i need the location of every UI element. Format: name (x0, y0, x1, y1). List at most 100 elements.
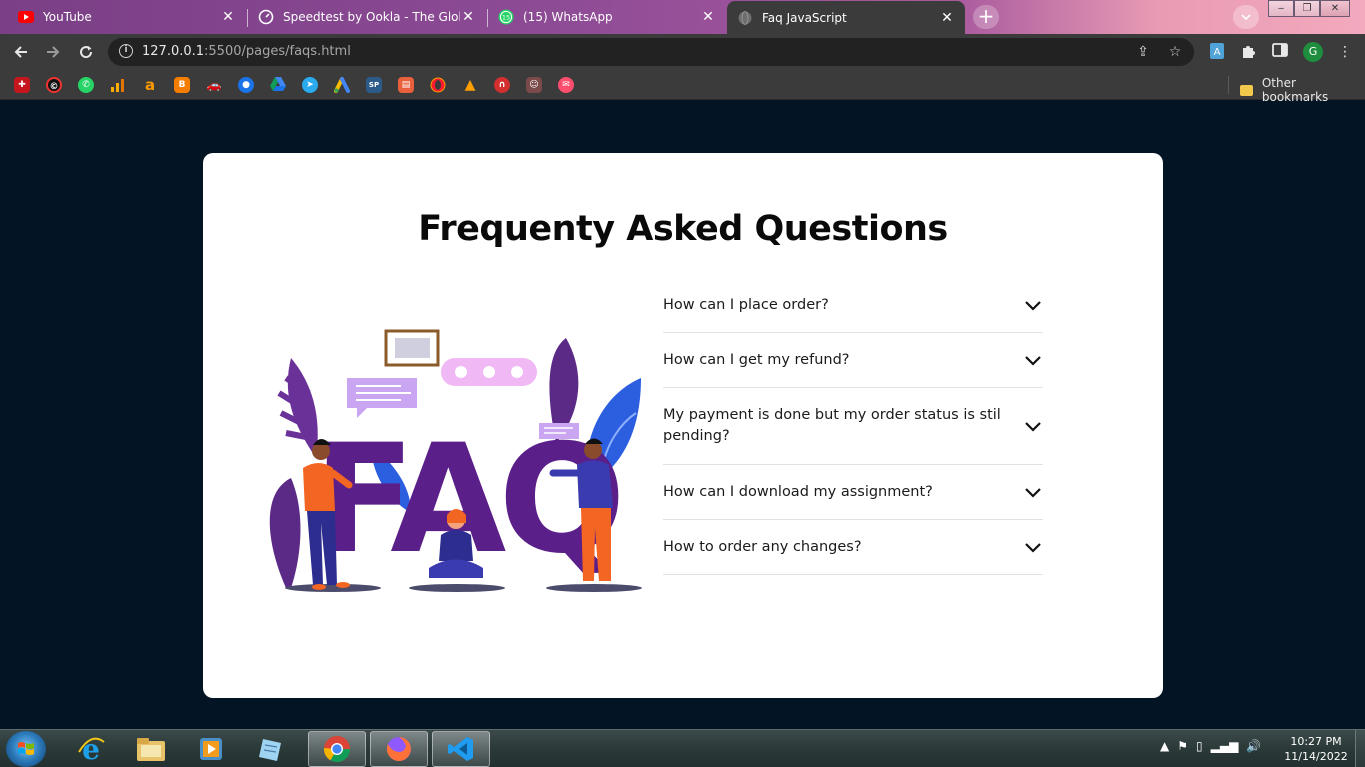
bookmark-icon[interactable]: © (46, 77, 62, 93)
tab-speedtest[interactable]: Speedtest by Ookla - The Global ✕ (248, 0, 486, 34)
drive-icon[interactable] (270, 77, 286, 93)
vscode-icon (448, 737, 473, 761)
puzzle-icon[interactable] (1239, 43, 1257, 61)
faq-item[interactable]: My payment is done but my order status i… (663, 388, 1043, 465)
whatsapp-icon: 15 (498, 9, 514, 25)
faq-question: My payment is done but my order status i… (663, 407, 1001, 444)
tab-faq[interactable]: Faq JavaScript ✕ (727, 1, 965, 34)
car-icon[interactable]: 🚗 (206, 77, 222, 93)
minimize-button[interactable]: ‒ (1268, 0, 1294, 17)
address-bar[interactable]: i 127.0.0.1:5500/pages/faqs.html ⇪ ☆ (108, 38, 1194, 66)
info-icon[interactable]: i (119, 44, 133, 58)
firefox-icon (386, 737, 411, 761)
profile-avatar[interactable]: G (1303, 42, 1323, 62)
kebab-menu-icon[interactable]: ⋮ (1336, 43, 1354, 61)
faq-item[interactable]: How can I place order? (663, 278, 1043, 333)
chrome-app[interactable] (308, 731, 366, 767)
clock-time: 10:27 PM (1290, 735, 1342, 748)
chrome-icon (323, 736, 351, 763)
reload-button[interactable] (74, 40, 98, 64)
tab-youtube[interactable]: YouTube ✕ (0, 0, 246, 34)
notes-app[interactable] (242, 731, 300, 767)
close-icon[interactable]: ✕ (220, 9, 236, 25)
notepad-icon (259, 739, 281, 761)
close-icon[interactable]: ✕ (460, 9, 476, 25)
show-desktop-button[interactable] (1355, 730, 1365, 767)
avatar-icon[interactable]: ☺ (526, 77, 542, 93)
telegram-icon[interactable]: ➤ (302, 77, 318, 93)
share-icon[interactable]: ⇪ (1134, 43, 1152, 61)
faq-question: How can I get my refund? (663, 351, 850, 368)
tab-search-button[interactable] (1233, 5, 1259, 29)
tab-whatsapp[interactable]: 15 (15) WhatsApp ✕ (488, 0, 726, 34)
clock-date: 11/14/2022 (1284, 750, 1348, 763)
side-panel-icon[interactable] (1271, 43, 1289, 61)
blogger-icon[interactable]: B (174, 77, 190, 93)
ads-icon[interactable] (334, 77, 350, 93)
bookmark-icon[interactable]: SP (366, 77, 382, 93)
other-bookmarks-label: Other bookmarks (1261, 76, 1329, 104)
close-window-button[interactable]: ✕ (1320, 0, 1350, 17)
faq-item[interactable]: How to order any changes? (663, 520, 1043, 575)
internet-explorer-app[interactable]: e (62, 731, 120, 767)
tab-title: Faq JavaScript (762, 10, 847, 25)
media-player-app[interactable] (182, 731, 240, 767)
speedtest-icon (258, 9, 274, 25)
reload-icon (80, 46, 93, 59)
firefox-app[interactable] (370, 731, 428, 767)
folder-icon (1240, 84, 1253, 96)
chevron-down-icon[interactable] (1023, 295, 1043, 315)
restore-button[interactable]: ❐ (1294, 0, 1320, 17)
close-icon[interactable]: ✕ (939, 10, 955, 26)
file-explorer-app[interactable] (122, 731, 180, 767)
whatsapp-icon[interactable]: ✆ (78, 77, 94, 93)
page-title: Frequenty Asked Questions (418, 209, 948, 249)
chevron-down-icon[interactable] (1023, 350, 1043, 370)
faq-item[interactable]: How can I download my assignment? (663, 465, 1043, 520)
tab-strip: YouTube ✕ Speedtest by Ookla - The Globa… (0, 0, 1365, 34)
bookmark-icon[interactable]: ✚ (14, 77, 30, 93)
analytics-icon[interactable] (110, 77, 126, 93)
headphones-icon[interactable]: ∩ (494, 77, 510, 93)
show-hidden-icons-icon[interactable]: ▲ (1160, 739, 1169, 753)
amazon-icon[interactable]: a (142, 77, 158, 93)
start-button[interactable] (6, 731, 46, 767)
url-text[interactable]: 127.0.0.1:5500/pages/faqs.html (142, 44, 351, 59)
forward-button[interactable] (41, 40, 65, 64)
document-icon[interactable]: ▤ (398, 77, 414, 93)
action-center-flag-icon[interactable]: ⚑ (1177, 739, 1188, 753)
whatsapp-badge: 15 (502, 14, 510, 22)
windows-logo-icon (18, 742, 34, 755)
chevron-down-icon[interactable] (1023, 416, 1043, 436)
tab-title: (15) WhatsApp (523, 10, 613, 24)
taskbar-clock[interactable]: 10:27 PM 11/14/2022 (1280, 734, 1352, 764)
tab-title: YouTube (43, 10, 92, 24)
bookmarks-bar: ✚ © ✆ a B 🚗 ● ➤ SP ▤ ▲ ∩ ☺ ✉ Other bookm… (0, 70, 1365, 104)
other-bookmarks-button[interactable]: Other bookmarks (1240, 76, 1365, 104)
chevron-down-icon[interactable] (1023, 537, 1043, 557)
youtube-icon (18, 9, 34, 25)
firebase-icon[interactable]: ▲ (462, 77, 478, 93)
chevron-down-icon[interactable] (1023, 482, 1043, 502)
opera-icon[interactable] (430, 77, 446, 93)
star-icon[interactable]: ☆ (1166, 43, 1184, 61)
windows-taskbar: e ▲ ⚑ ▯ ▂▄▆ 🔊 10:27 PM 11/14/2022 (0, 729, 1365, 767)
chat-icon[interactable]: ● (238, 77, 254, 93)
close-icon[interactable]: ✕ (700, 9, 716, 25)
faq-item[interactable]: How can I get my refund? (663, 333, 1043, 388)
internet-explorer-icon: e (78, 734, 105, 764)
folder-icon (137, 738, 165, 761)
extension-translate-icon[interactable]: A (1208, 43, 1226, 61)
bookmarks-divider (1228, 76, 1229, 94)
network-signal-icon[interactable]: ▂▄▆ (1211, 739, 1239, 753)
tab-title: Speedtest by Ookla - The Global (283, 10, 460, 24)
globe-icon (737, 10, 753, 26)
volume-icon[interactable]: 🔊 (1246, 739, 1261, 753)
new-tab-button[interactable]: + (973, 5, 999, 29)
bookmark-icon[interactable]: ✉ (558, 77, 574, 93)
system-tray: ▲ ⚑ ▯ ▂▄▆ 🔊 (1160, 739, 1261, 753)
arrow-right-icon (47, 46, 60, 58)
battery-icon[interactable]: ▯ (1196, 739, 1203, 753)
back-button[interactable] (9, 40, 33, 64)
vscode-app[interactable] (432, 731, 490, 767)
